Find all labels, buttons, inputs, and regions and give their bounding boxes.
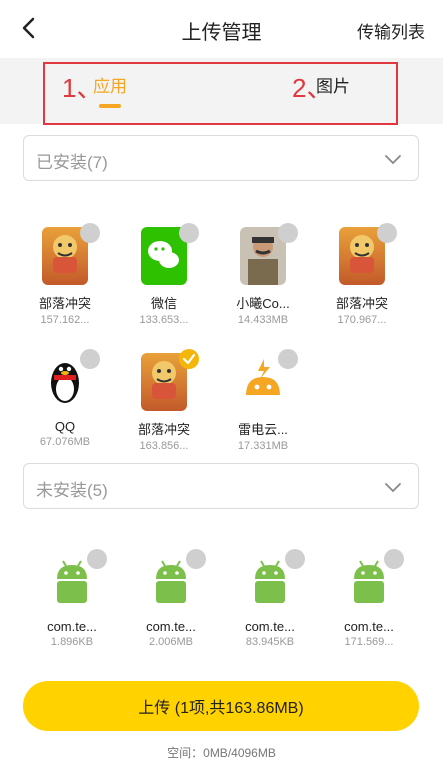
app-item[interactable]: QQ 67.076MB <box>15 349 115 448</box>
app-item[interactable]: com.te... 83.945KB <box>220 549 320 648</box>
header: 上传管理 传输列表 <box>0 0 443 58</box>
select-checkbox[interactable] <box>384 549 404 569</box>
transfer-list-link[interactable]: 传输列表 <box>357 18 425 43</box>
app-name: 小曦Co... <box>236 296 290 311</box>
app-name: 微信 <box>150 296 177 311</box>
select-checkbox[interactable] <box>285 549 305 569</box>
app-size: 170.967... <box>337 314 387 326</box>
checkmark-icon <box>182 353 196 365</box>
app-size: 157.162... <box>40 314 90 326</box>
chevron-down-icon <box>385 155 401 165</box>
app-item[interactable]: 微信 133.653... <box>114 223 214 326</box>
app-item[interactable]: com.te... 2.006MB <box>121 549 221 648</box>
select-checkbox[interactable] <box>80 223 100 243</box>
app-name: com.te... <box>245 619 295 634</box>
app-name: com.te... <box>47 619 97 634</box>
not-installed-dropdown[interactable]: 未安装(5) <box>23 463 419 509</box>
app-size: 2.006MB <box>148 636 194 648</box>
app-name: 部落冲突 <box>335 296 388 311</box>
app-item[interactable]: 部落冲突 157.162... <box>15 223 115 326</box>
app-name: com.te... <box>344 619 394 634</box>
annotation-number-2: 2、 <box>292 73 333 103</box>
chevron-down-icon <box>385 483 401 493</box>
app-size: 171.569... <box>344 636 394 648</box>
app-name: QQ <box>54 419 76 434</box>
storage-space-label: 空间：0MB/4096MB <box>167 746 276 760</box>
installed-dropdown[interactable]: 已安装(7) <box>23 135 419 181</box>
app-item[interactable]: com.te... 171.569... <box>319 549 419 648</box>
select-checkbox[interactable] <box>186 549 206 569</box>
select-checkbox[interactable] <box>278 349 298 369</box>
app-item[interactable]: 小曦Co... 14.433MB <box>213 223 313 326</box>
app-name: 部落冲突 <box>38 296 91 311</box>
app-item[interactable]: com.te... 1.896KB <box>22 549 122 648</box>
app-name: com.te... <box>146 619 196 634</box>
annotation-number-1: 1、 <box>62 73 103 103</box>
app-size: 133.653... <box>139 314 189 326</box>
app-item[interactable]: 部落冲突 163.856... <box>114 349 214 452</box>
app-item[interactable]: 部落冲突 170.967... <box>312 223 412 326</box>
app-name: 雷电云... <box>238 422 288 437</box>
select-checkbox[interactable] <box>377 223 397 243</box>
select-checkbox[interactable] <box>179 223 199 243</box>
upload-button[interactable]: 上传 (1项,共163.86MB) <box>23 681 419 731</box>
app-size: 14.433MB <box>237 314 289 326</box>
app-size: 163.856... <box>139 440 189 452</box>
select-checkbox[interactable] <box>278 223 298 243</box>
app-size: 17.331MB <box>237 440 289 452</box>
not-installed-dropdown-label: 未安装(5) <box>36 481 108 500</box>
app-size: 67.076MB <box>39 436 91 448</box>
app-name: 部落冲突 <box>137 422 190 437</box>
app-size: 1.896KB <box>50 636 94 648</box>
select-checkbox[interactable] <box>80 349 100 369</box>
select-checkbox[interactable] <box>87 549 107 569</box>
installed-dropdown-label: 已安装(7) <box>36 153 108 172</box>
app-item[interactable]: 雷电云... 17.331MB <box>213 349 313 452</box>
app-size: 83.945KB <box>245 636 295 648</box>
checked-checkbox[interactable] <box>179 349 199 369</box>
